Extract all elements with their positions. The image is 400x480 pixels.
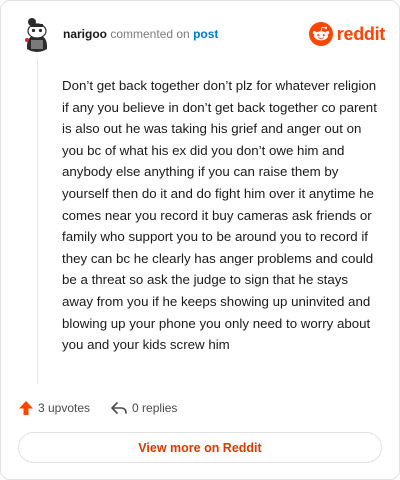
- post-link[interactable]: post: [193, 27, 218, 41]
- thread-line: [37, 59, 38, 384]
- comment-meta: narigoo commented on post: [63, 26, 218, 42]
- comment-actions: 3 upvotes 0 replies: [18, 398, 177, 418]
- view-more-button[interactable]: View more on Reddit: [18, 432, 382, 463]
- username[interactable]: narigoo: [63, 27, 107, 41]
- user-avatar[interactable]: [19, 16, 55, 52]
- reddit-snoo-icon: [308, 22, 333, 46]
- reddit-logo[interactable]: reddit: [308, 22, 386, 46]
- reply-count: 0 replies: [132, 401, 178, 415]
- reply-arrow-icon: [111, 402, 127, 414]
- snoo-avatar-icon: [19, 16, 55, 52]
- reddit-wordmark: reddit: [336, 23, 386, 44]
- reply-button[interactable]: 0 replies: [110, 400, 177, 416]
- comment-body: Don’t get back together don’t plz for wh…: [62, 78, 377, 353]
- upvote-button[interactable]: 3 upvotes: [18, 400, 90, 416]
- upvote-arrow-icon: [19, 401, 33, 415]
- upvote-count: 3 upvotes: [38, 401, 91, 415]
- comment-embed-card: narigoo commented on post reddit Don’t g…: [0, 0, 400, 480]
- comment-action-text: commented on: [110, 27, 190, 41]
- comment-header: narigoo commented on post reddit: [19, 16, 385, 54]
